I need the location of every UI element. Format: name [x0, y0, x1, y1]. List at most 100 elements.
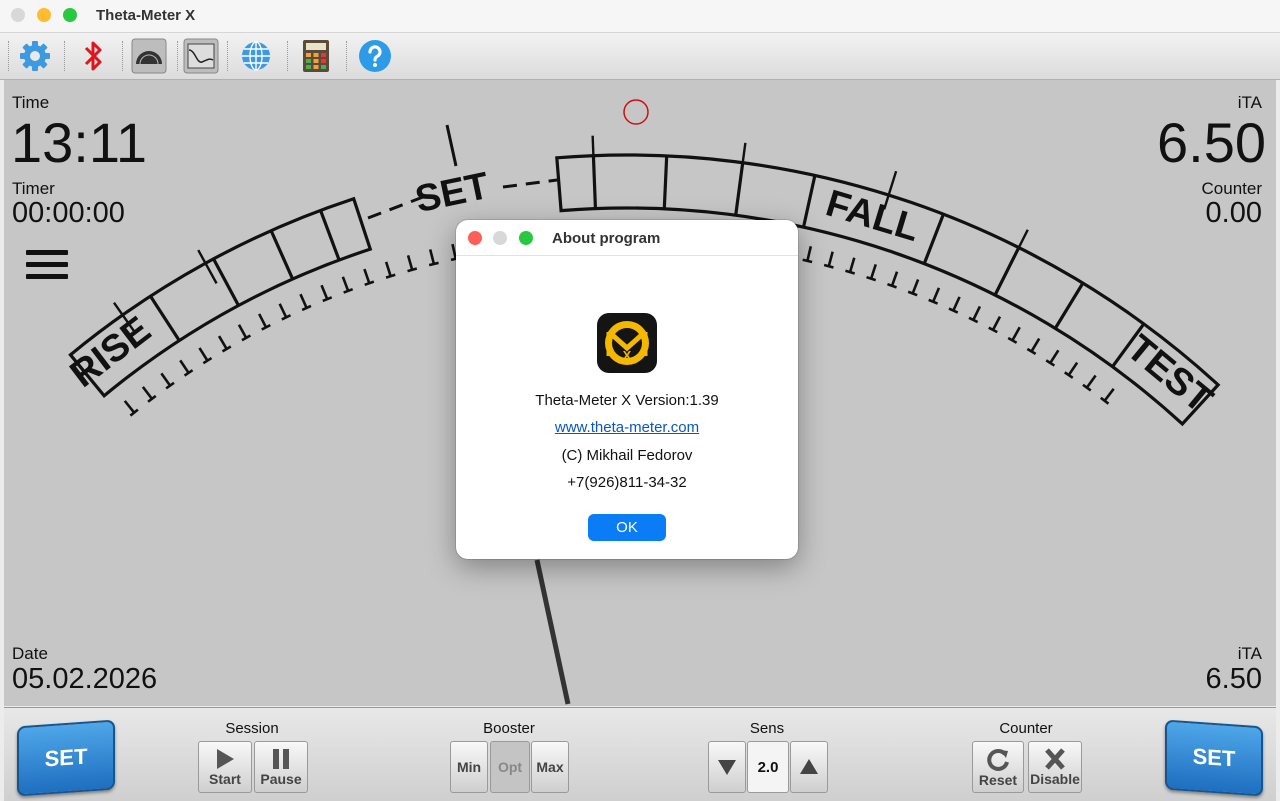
scale-tick [869, 263, 877, 280]
ita-value: 6.50 [1157, 111, 1266, 174]
scale-tick [890, 271, 899, 287]
toolbar-separator [64, 41, 67, 71]
menu-icon [26, 250, 68, 255]
scale-tick [1011, 326, 1021, 342]
graph-view-button[interactable] [182, 37, 220, 75]
scale-tick [160, 372, 172, 387]
counter-group-label: Counter [999, 720, 1053, 737]
scale-tick [848, 257, 856, 273]
scale-marker [1002, 229, 1029, 280]
scale-tick [363, 268, 371, 284]
website-link[interactable]: www.theta-meter.com [456, 419, 798, 436]
bluetooth-button[interactable] [74, 37, 112, 75]
scale-tick [141, 386, 153, 400]
dialog-minimize-button [493, 231, 507, 245]
scale-tick [406, 254, 414, 271]
help-icon [359, 40, 391, 72]
scale-tick [364, 280, 375, 287]
scale-tick [299, 293, 308, 309]
reset-icon [987, 748, 1009, 771]
counter-value: 0.00 [1205, 197, 1262, 229]
website-button[interactable] [237, 37, 275, 75]
booster-opt-button[interactable]: Opt [490, 741, 530, 793]
band-divider [149, 295, 181, 342]
dialog-divider [456, 255, 798, 256]
gear-icon [20, 41, 50, 71]
scale-tick [278, 303, 288, 318]
down-arrow-icon [718, 760, 736, 775]
scale-tick [802, 258, 813, 264]
scale-tick [931, 287, 941, 303]
counter-disable-button[interactable]: Disable [1028, 741, 1082, 793]
band-divider [319, 209, 341, 261]
band-divider [212, 258, 240, 307]
pause-label: Pause [260, 771, 302, 787]
set-button-left[interactable]: SET [17, 719, 115, 797]
focus-marker [623, 99, 649, 125]
close-window-button[interactable] [11, 8, 25, 22]
scale-tick [952, 296, 961, 312]
window-title: Theta-Meter X [96, 7, 196, 24]
bluetooth-icon [84, 41, 102, 71]
session-label: Session [225, 720, 279, 737]
booster-min-button[interactable]: Min [450, 741, 488, 793]
reset-label: Reset [978, 772, 1018, 788]
gauge-view-button[interactable] [130, 37, 168, 75]
calculator-button[interactable] [297, 37, 335, 75]
x-icon [1045, 748, 1065, 770]
toolbar-separator [287, 41, 290, 71]
toolbar-separator [346, 41, 349, 71]
ita-bottom-label: iTA [1237, 644, 1262, 663]
scale-tick [237, 324, 248, 339]
settings-button[interactable] [16, 37, 54, 75]
dialog-zoom-button[interactable] [519, 231, 533, 245]
scale-tick [928, 298, 939, 305]
sens-decrease-button[interactable] [708, 741, 746, 793]
scale-tick [806, 245, 813, 262]
scale-tick [845, 269, 856, 275]
copyright-text: (C) Mikhail Fedorov [561, 447, 693, 464]
minimize-window-button[interactable] [37, 8, 51, 22]
window-titlebar: Theta-Meter X [0, 0, 1280, 33]
dialog-close-button[interactable] [468, 231, 482, 245]
scale-tick [258, 313, 268, 328]
dialog-title: About program [552, 230, 661, 247]
band-divider [1053, 282, 1085, 330]
toolbar [0, 33, 1280, 80]
scale-tick [972, 305, 982, 321]
scale-tick [123, 400, 136, 414]
help-button[interactable] [356, 37, 394, 75]
band-divider [922, 213, 945, 265]
scale-tick [407, 267, 418, 273]
scale-tick [384, 261, 392, 277]
pause-button[interactable]: Pause [254, 741, 308, 793]
scale-tick [320, 284, 329, 300]
scale-tick [948, 307, 959, 314]
booster-max-button[interactable]: Max [531, 741, 569, 793]
ok-button[interactable]: OK [588, 514, 666, 541]
app-logo-icon: X [597, 313, 657, 373]
start-button[interactable]: Start [198, 741, 252, 793]
toolbar-separator [227, 41, 230, 71]
set-marker [445, 124, 458, 167]
gauge-icon [131, 38, 167, 74]
set-button-right[interactable]: SET [1165, 719, 1263, 797]
graph-icon [183, 38, 219, 74]
set-dashes-left [367, 195, 424, 220]
zoom-window-button[interactable] [63, 8, 77, 22]
scale-tick [1067, 361, 1079, 376]
scale-tick [198, 347, 209, 362]
zone-label-set: SET [412, 165, 493, 221]
date-label: Date [12, 644, 48, 663]
disable-label: Disable [1030, 771, 1080, 787]
scale-tick [428, 261, 439, 267]
svg-text:X: X [623, 348, 632, 363]
menu-button[interactable] [26, 250, 68, 284]
scale-marker [736, 142, 747, 198]
scale-tick [1085, 374, 1097, 389]
counter-reset-button[interactable]: Reset [972, 741, 1024, 793]
scale-tick [341, 276, 350, 292]
time-value: 13:11 [11, 111, 147, 174]
sens-increase-button[interactable] [790, 741, 828, 793]
globe-icon [242, 41, 270, 71]
